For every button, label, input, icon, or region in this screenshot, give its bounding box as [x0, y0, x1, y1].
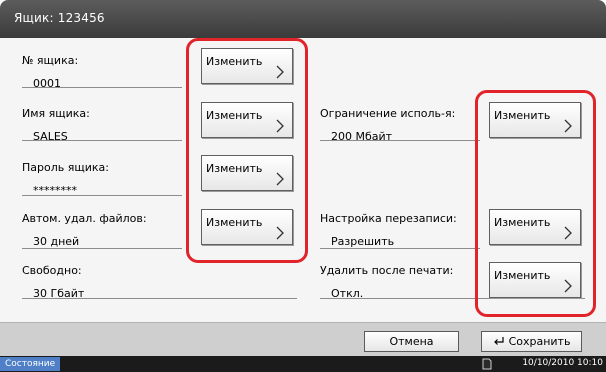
divider: [22, 248, 182, 249]
divider: [320, 298, 585, 299]
save-label: Сохранить: [508, 335, 571, 348]
box-number-label: № ящика:: [22, 54, 79, 67]
divider: [22, 298, 297, 299]
divider: [320, 248, 480, 249]
button-label: Изменить: [494, 216, 551, 229]
cancel-button[interactable]: Отмена: [364, 331, 459, 352]
chevron-right-icon: [276, 119, 284, 133]
title-bar: Ящик: 123456: [0, 0, 606, 38]
usage-limit-label: Ограничение исполь-я:: [320, 107, 456, 120]
change-box-number-button[interactable]: Изменить: [201, 48, 293, 84]
button-label: Изменить: [494, 109, 551, 122]
divider: [22, 195, 182, 196]
device-screen: Ящик: 123456 № ящика: 0001 Имя ящика: SA…: [0, 0, 606, 372]
chevron-right-icon: [564, 119, 572, 133]
box-name-label: Имя ящика:: [22, 107, 90, 120]
datetime: 10/10/2010 10:10: [522, 358, 603, 368]
auto-delete-label: Автом. удал. файлов:: [22, 212, 147, 225]
overwrite-label: Настройка перезаписи:: [320, 212, 457, 225]
button-label: Изменить: [206, 109, 263, 122]
divider: [22, 140, 182, 141]
chevron-right-icon: [276, 172, 284, 186]
divider: [320, 140, 480, 141]
overwrite-value: Разрешить: [331, 235, 395, 248]
change-box-name-button[interactable]: Изменить: [201, 102, 293, 138]
change-box-password-button[interactable]: Изменить: [201, 155, 293, 191]
save-button[interactable]: Сохранить: [481, 331, 582, 352]
chevron-right-icon: [276, 226, 284, 240]
button-label: Изменить: [206, 216, 263, 229]
page-title: Ящик: 123456: [14, 11, 105, 25]
button-label: Изменить: [206, 162, 263, 175]
auto-delete-value: 30 дней: [33, 235, 80, 248]
change-usage-limit-button[interactable]: Изменить: [489, 102, 581, 138]
cancel-label: Отмена: [389, 335, 434, 348]
chevron-right-icon: [276, 65, 284, 79]
delete-after-print-label: Удалить после печати:: [320, 264, 454, 277]
box-name-value: SALES: [33, 130, 68, 143]
chevron-right-icon: [564, 226, 572, 240]
usage-limit-value: 200 Мбайт: [331, 130, 393, 143]
box-number-value: 0001: [33, 77, 61, 90]
free-space-label: Свободно:: [22, 264, 82, 277]
box-password-label: Пароль ящика:: [22, 161, 109, 174]
change-overwrite-button[interactable]: Изменить: [489, 209, 581, 245]
chevron-right-icon: [564, 279, 572, 293]
return-arrow-icon: [493, 337, 504, 345]
change-auto-delete-button[interactable]: Изменить: [201, 209, 293, 245]
divider: [22, 87, 182, 88]
button-label: Изменить: [494, 269, 551, 282]
status-bar: Состояние 10/10/2010 10:10: [0, 356, 606, 372]
action-bar: Отмена Сохранить: [0, 322, 606, 357]
status-button[interactable]: Состояние: [0, 357, 61, 371]
button-label: Изменить: [206, 55, 263, 68]
change-delete-after-print-button[interactable]: Изменить: [489, 262, 581, 298]
memory-card-icon: [482, 358, 492, 370]
box-settings-panel: № ящика: 0001 Имя ящика: SALES Пароль ящ…: [0, 38, 606, 322]
